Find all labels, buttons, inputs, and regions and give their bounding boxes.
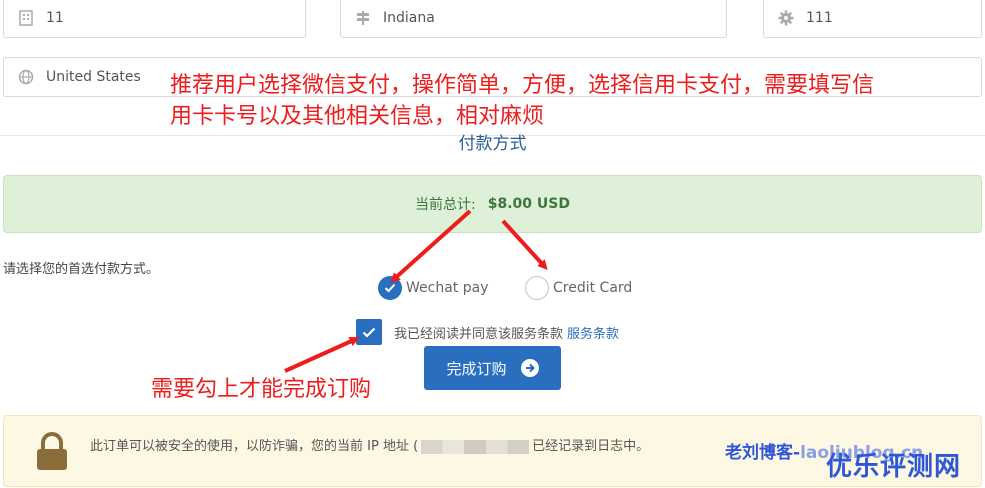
postcode-field[interactable]: 111 xyxy=(763,0,982,38)
radio-checked-icon[interactable] xyxy=(378,276,402,300)
country-value: United States xyxy=(46,69,141,85)
ip-address-redacted xyxy=(421,439,530,454)
arrow-right-circle-icon xyxy=(520,359,539,377)
building-icon xyxy=(18,10,34,26)
state-value: Indiana xyxy=(383,10,435,26)
tos-agreement: 我已经阅读并同意该服务条款 服务条款 xyxy=(356,319,619,345)
globe-icon xyxy=(18,69,34,85)
payment-section-title: 付款方式 xyxy=(458,134,527,154)
tos-text: 我已经阅读并同意该服务条款 xyxy=(394,326,564,342)
state-field[interactable]: Indiana xyxy=(340,0,727,38)
security-notice-text: 此订单可以被安全的使用，以防诈骗，您的当前 IP 地址 ( 已经记录到日志中。 xyxy=(90,435,649,454)
wechat-pay-label: Wechat pay xyxy=(406,280,489,296)
annotation-tos-note: 需要勾上才能完成订购 xyxy=(151,377,372,402)
complete-order-label: 完成订购 xyxy=(446,359,507,378)
postcode-value: 111 xyxy=(806,10,833,26)
order-total-box: 当前总计: $8.00 USD xyxy=(3,175,982,233)
annotation-line-2: 用卡卡号以及其他相关信息，相对麻烦 xyxy=(170,104,545,129)
building-value: 11 xyxy=(46,10,64,26)
watermark-site: 优乐评测网 xyxy=(826,452,962,482)
notice-after-ip: 已经记录到日志中。 xyxy=(532,439,650,454)
payment-option-wechat[interactable]: Wechat pay xyxy=(378,276,488,300)
notice-before-ip: 此订单可以被安全的使用，以防诈骗，您的当前 IP 地址 ( xyxy=(90,439,419,454)
tos-link[interactable]: 服务条款 xyxy=(567,323,619,342)
signpost-icon xyxy=(355,10,371,26)
watermark-blog-main: 老刘博客- xyxy=(725,443,801,463)
radio-unchecked-icon[interactable] xyxy=(525,276,549,300)
annotation-payment-note: 推荐用户选择微信支付，操作简单，方便，选择信用卡支付，需要填写信 用卡卡号以及其… xyxy=(170,70,874,132)
payment-option-credit-card[interactable]: Credit Card xyxy=(525,276,632,300)
payment-method-prompt: 请选择您的首选付款方式。 xyxy=(3,262,160,277)
building-field[interactable]: 11 xyxy=(3,0,306,38)
complete-order-button[interactable]: 完成订购 xyxy=(424,346,561,390)
total-label: 当前总计: xyxy=(415,197,476,213)
total-amount: $8.00 USD xyxy=(487,196,570,212)
arrow-to-tos-checkbox xyxy=(284,336,360,373)
annotation-line-1: 推荐用户选择微信支付，操作简单，方便，选择信用卡支付，需要填写信 xyxy=(170,73,875,98)
tos-checkbox[interactable] xyxy=(356,319,382,345)
credit-card-label: Credit Card xyxy=(553,280,633,296)
lock-icon xyxy=(34,432,70,476)
cog-icon xyxy=(778,10,794,26)
